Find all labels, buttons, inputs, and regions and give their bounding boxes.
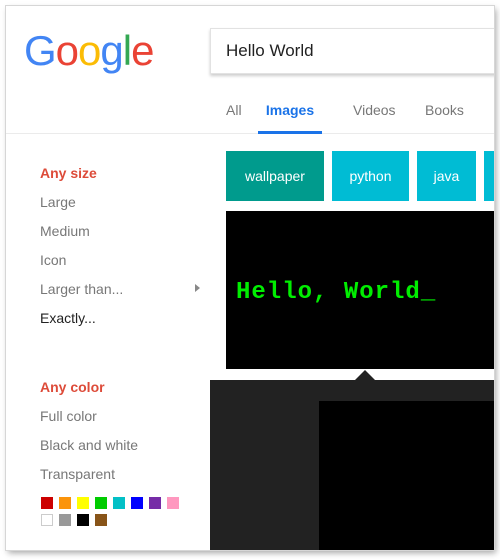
image-result-hello-world[interactable]: Hello, World_ <box>226 211 494 369</box>
color-swatch-black[interactable] <box>77 514 89 526</box>
color-swatch-yellow[interactable] <box>77 497 89 509</box>
search-input[interactable] <box>226 29 486 73</box>
tab-books[interactable]: Books <box>425 94 464 131</box>
hello-world-text: Hello, World_ <box>236 279 437 306</box>
logo-letter: o <box>78 27 101 74</box>
chip-python[interactable]: python <box>332 151 409 201</box>
logo-letter: l <box>122 27 132 74</box>
logo-letter: o <box>55 27 79 74</box>
tab-images[interactable]: Images <box>258 94 322 134</box>
color-swatch-red[interactable] <box>41 497 53 509</box>
filter-medium[interactable]: Medium <box>40 223 90 239</box>
preview-image[interactable] <box>319 401 494 550</box>
filter-sidebar <box>6 134 210 550</box>
filter-black-and-white[interactable]: Black and white <box>40 437 138 453</box>
logo-letter: G <box>24 27 57 74</box>
color-swatch-purple[interactable] <box>149 497 161 509</box>
color-swatch-blue[interactable] <box>131 497 143 509</box>
color-swatch-gray[interactable] <box>59 514 71 526</box>
filter-icon[interactable]: Icon <box>40 252 66 268</box>
chip-wallpaper[interactable]: wallpaper <box>226 151 324 201</box>
color-swatch-green[interactable] <box>95 497 107 509</box>
google-logo[interactable]: Google <box>24 27 154 74</box>
color-swatch-orange[interactable] <box>59 497 71 509</box>
color-swatch-teal[interactable] <box>113 497 125 509</box>
chip-partial[interactable] <box>484 151 494 201</box>
logo-letter: g <box>100 27 123 74</box>
filter-full-color[interactable]: Full color <box>40 408 97 424</box>
color-swatch-pink[interactable] <box>167 497 179 509</box>
submenu-arrow-icon <box>195 284 200 292</box>
filter-large[interactable]: Large <box>40 194 76 210</box>
filter-exactly[interactable]: Exactly... <box>40 310 96 326</box>
color-swatch-white[interactable] <box>41 514 53 526</box>
browser-window: Google All Images Videos Books Any size … <box>6 6 494 550</box>
filter-any-size[interactable]: Any size <box>40 165 97 181</box>
filter-any-color[interactable]: Any color <box>40 379 105 395</box>
chip-java[interactable]: java <box>417 151 476 201</box>
search-box <box>210 28 494 74</box>
preview-notch <box>355 370 375 380</box>
header: Google All Images Videos Books <box>6 6 494 134</box>
tab-videos[interactable]: Videos <box>353 94 396 131</box>
tab-all[interactable]: All <box>226 94 242 131</box>
color-swatch-brown[interactable] <box>95 514 107 526</box>
filter-larger-than[interactable]: Larger than... <box>40 281 123 297</box>
search-tabs: All Images Videos Books <box>6 94 494 134</box>
filter-transparent[interactable]: Transparent <box>40 466 115 482</box>
logo-letter: e <box>131 27 154 74</box>
